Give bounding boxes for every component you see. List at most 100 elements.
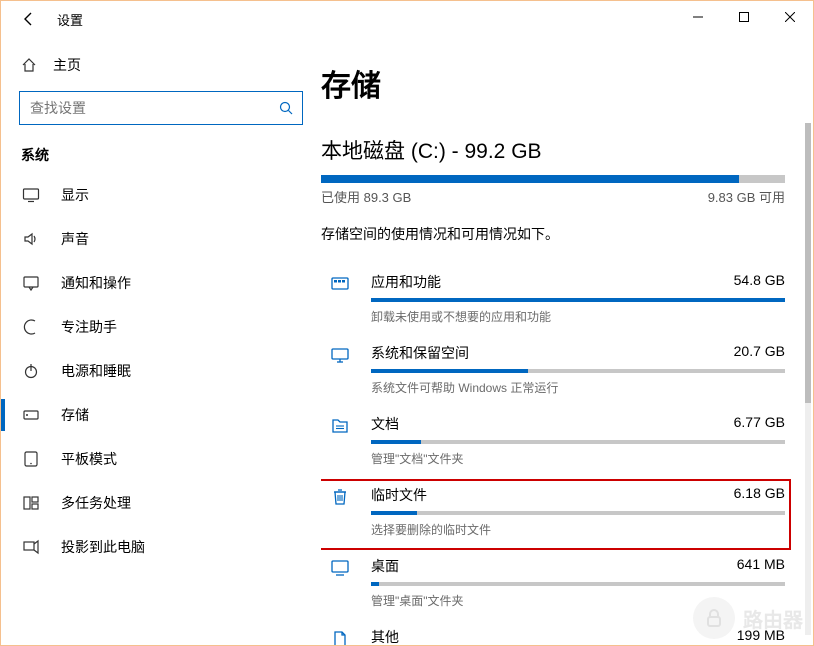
watermark-text: 路由器 [743,604,803,633]
sidebar-item-label: 通知和操作 [61,273,131,293]
category-bar-fill [371,511,417,515]
category-title: 其他 [371,627,399,645]
category-bar [371,440,785,444]
window-controls [675,1,813,33]
disk-used-label: 已使用 89.3 GB [321,187,411,206]
category-body: 系统和保留空间 20.7 GB 系统文件可帮助 Windows 正常运行 [371,343,785,396]
home-label: 主页 [53,55,81,75]
category-size: 54.8 GB [734,272,785,292]
back-button[interactable] [9,1,49,37]
sidebar-item-focus-assist[interactable]: 专注助手 [1,305,321,349]
content: 存储 本地磁盘 (C:) - 99.2 GB 已使用 89.3 GB 9.83 … [321,37,813,645]
category-bar [371,511,785,515]
minimize-icon [693,12,703,22]
disk-title: 本地磁盘 (C:) - 99.2 GB [321,135,785,165]
sidebar: 主页 系统 显示声音通知和操作专注助手电源和睡眠存储平板模式多任务处理投影到此电… [1,37,321,645]
category-head: 临时文件 6.18 GB [371,485,785,505]
sidebar-item-label: 专注助手 [61,317,117,337]
category-bar-fill [371,440,421,444]
sidebar-item-label: 存储 [61,405,89,425]
sidebar-item-label: 投影到此电脑 [61,537,145,557]
category-bar [371,582,785,586]
category-list: 应用和功能 54.8 GB 卸载未使用或不想要的应用和功能系统和保留空间 20.7 G… [321,266,785,645]
disk-usage-fill [321,175,739,183]
minimize-button[interactable] [675,1,721,33]
category-sub: 管理"文档"文件夹 [371,450,785,467]
category-title: 文档 [371,414,399,434]
desktop-icon [327,558,353,578]
sidebar-item-tablet[interactable]: 平板模式 [1,437,321,481]
category-size: 6.18 GB [734,485,785,505]
sidebar-item-sound[interactable]: 声音 [1,217,321,261]
category-title: 临时文件 [371,485,427,505]
app-title: 设置 [57,10,83,29]
disk-usage-bar [321,175,785,183]
sidebar-item-display[interactable]: 显示 [1,173,321,217]
documents-icon [327,416,353,436]
other-icon [327,629,353,645]
apps-icon [327,274,353,294]
category-head: 桌面641 MB [371,556,785,576]
multitask-icon [21,494,41,512]
category-head: 应用和功能 54.8 GB [371,272,785,292]
display-icon [21,186,41,204]
disk-free-label: 9.83 GB 可用 [708,187,785,206]
temp-icon [327,487,353,507]
storage-intro: 存储空间的使用情况和可用情况如下。 [321,224,785,244]
nav-list: 显示声音通知和操作专注助手电源和睡眠存储平板模式多任务处理投影到此电脑 [1,173,321,569]
sidebar-item-project[interactable]: 投影到此电脑 [1,525,321,569]
close-button[interactable] [767,1,813,33]
disk-legend: 已使用 89.3 GB 9.83 GB 可用 [321,187,785,206]
sidebar-item-power[interactable]: 电源和睡眠 [1,349,321,393]
arrow-left-icon [21,11,37,27]
category-body: 临时文件 6.18 GB 选择要删除的临时文件 [371,485,785,538]
category-system[interactable]: 系统和保留空间 20.7 GB 系统文件可帮助 Windows 正常运行 [321,337,785,408]
sidebar-item-label: 平板模式 [61,449,117,469]
sidebar-item-label: 声音 [61,229,89,249]
home-link[interactable]: 主页 [1,45,321,85]
maximize-button[interactable] [721,1,767,33]
titlebar: 设置 [1,1,813,37]
category-sub: 卸载未使用或不想要的应用和功能 [371,308,785,325]
sidebar-item-storage[interactable]: 存储 [1,393,321,437]
power-icon [21,362,41,380]
home-icon [21,57,37,73]
scrollbar[interactable] [805,123,811,635]
project-icon [21,538,41,556]
sidebar-item-multitask[interactable]: 多任务处理 [1,481,321,525]
category-size: 641 MB [737,556,785,576]
system-icon [327,345,353,365]
close-icon [785,12,795,22]
category-title: 系统和保留空间 [371,343,469,363]
search-input[interactable] [19,91,303,125]
sidebar-item-label: 电源和睡眠 [61,361,131,381]
category-size: 6.77 GB [734,414,785,434]
category-body: 应用和功能 54.8 GB 卸载未使用或不想要的应用和功能 [371,272,785,325]
category-size: 20.7 GB [734,343,785,363]
sound-icon [21,230,41,248]
maximize-icon [739,12,749,22]
category-head: 系统和保留空间 20.7 GB [371,343,785,363]
scrollbar-thumb[interactable] [805,123,811,403]
category-body: 文档 6.77 GB 管理"文档"文件夹 [371,414,785,467]
category-bar-fill [371,298,785,302]
category-bar-fill [371,369,528,373]
storage-icon [21,406,41,424]
category-head: 文档 6.77 GB [371,414,785,434]
section-title: 系统 [1,135,321,173]
page-title: 存储 [321,61,785,105]
lock-icon [693,597,735,639]
category-sub: 系统文件可帮助 Windows 正常运行 [371,379,785,396]
category-bar [371,369,785,373]
category-bar-fill [371,582,379,586]
sidebar-item-label: 显示 [61,185,89,205]
category-documents[interactable]: 文档 6.77 GB 管理"文档"文件夹 [321,408,785,479]
category-sub: 选择要删除的临时文件 [371,521,785,538]
category-title: 应用和功能 [371,272,441,292]
category-temp[interactable]: 临时文件 6.18 GB 选择要删除的临时文件 [321,479,791,550]
category-bar [371,298,785,302]
category-apps[interactable]: 应用和功能 54.8 GB 卸载未使用或不想要的应用和功能 [321,266,785,337]
focus-assist-icon [21,318,41,336]
sidebar-item-label: 多任务处理 [61,493,131,513]
sidebar-item-notifications[interactable]: 通知和操作 [1,261,321,305]
